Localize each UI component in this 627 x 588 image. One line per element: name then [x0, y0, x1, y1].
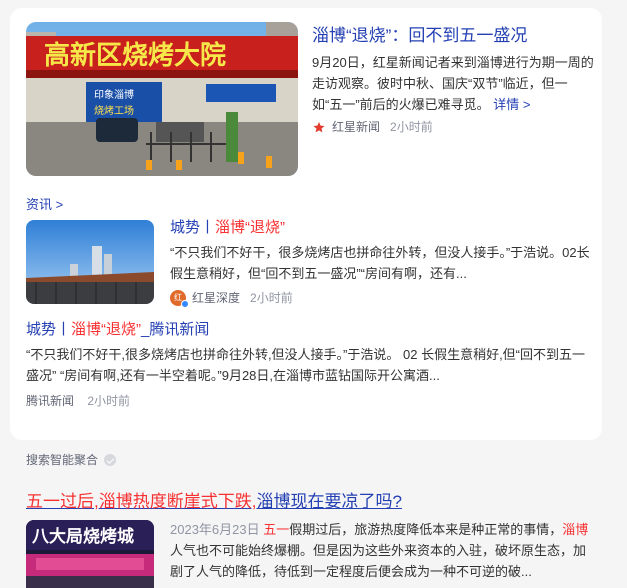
- banner-sign-text: 高新区烧烤大院: [44, 40, 226, 71]
- smart-aggregation-label[interactable]: 搜索智能聚合: [26, 451, 117, 468]
- title-highlight: 淄博“退烧”: [215, 219, 286, 236]
- result-image[interactable]: 八大局烧烤城: [26, 520, 154, 588]
- publish-time: 2小时前: [87, 394, 131, 408]
- publish-time: 2小时前: [250, 291, 293, 305]
- title-text: 城势丨: [26, 321, 72, 338]
- news-card: 高新区烧烤大院 印象淄博 烧烤工场 淄博“退烧”：回不到五一盛况 9月20日，红…: [10, 8, 602, 440]
- source-name: 红星深度: [192, 291, 241, 305]
- verified-badge-icon: [181, 299, 189, 308]
- result-title[interactable]: 五一过后,淄博热度断崖式下跌,淄博现在要凉了吗?: [26, 491, 402, 513]
- title-highlight: 五一过后,: [26, 492, 99, 511]
- article-image[interactable]: [26, 220, 154, 304]
- details-link[interactable]: 详情 >: [493, 97, 530, 112]
- article-summary: 9月20日，红星新闻记者来到淄博进行为期一周的走访观察。彼时中秋、国庆“双节”临…: [312, 52, 594, 115]
- title-text: _腾讯新闻: [141, 321, 210, 338]
- title-highlight: 淄博热度断崖式下跌,: [98, 492, 257, 511]
- svg-text:烧烤工场: 烧烤工场: [94, 104, 134, 117]
- summary-text: 9月20日，红星新闻记者来到淄博进行为期一周的走访观察。彼时中秋、国庆“双节”临…: [312, 55, 594, 112]
- title-highlight: 淄博“退烧”: [71, 321, 142, 338]
- red-star-logo-icon: [312, 121, 326, 133]
- article-image[interactable]: 高新区烧烤大院 印象淄博 烧烤工场: [26, 22, 298, 176]
- news-section-link[interactable]: 资讯 >: [26, 194, 63, 213]
- source-avatar: 红: [170, 289, 189, 308]
- article-summary: “不只我们不好干,很多烧烤店也拼命往外转,但没人接手。”于浩说。 02 长假生意…: [26, 347, 586, 383]
- article-summary: “不只我们不好干，很多烧烤店也拼命往外转，但没人接手。”于浩说。02长假生意稍好…: [170, 245, 590, 281]
- image-sign-text: 八大局烧烤城: [32, 526, 134, 547]
- publish-time: 2小时前: [390, 120, 433, 134]
- article-title[interactable]: 城势丨淄博“退烧”: [170, 218, 285, 238]
- title-highlight: 淄博: [312, 26, 346, 45]
- svg-text:印象淄博: 印象淄博: [94, 88, 134, 101]
- summary-highlight: 淄博: [562, 522, 589, 537]
- publish-date: 2023年6月23日: [170, 522, 260, 537]
- result-summary: 2023年6月23日 五一假期过后，旅游热度降低本来是种正常的事情，淄博人气也不…: [170, 519, 590, 582]
- article-source: 红星新闻 2小时前: [312, 118, 433, 135]
- summary-highlight: 五一: [263, 522, 290, 537]
- article-source: 红 红星深度 2小时前: [170, 289, 293, 308]
- summary-text: 人气也不可能始终爆棚。但是因为这些外来资本的入驻，破坏原生态，加剧了人气的降低，…: [170, 543, 587, 579]
- title-text: 淄博现在要凉了吗?: [256, 492, 402, 511]
- article-title[interactable]: 城势丨淄博“退烧”_腾讯新闻: [26, 320, 209, 340]
- title-text: 城势丨: [170, 219, 216, 236]
- aggregation-text: 搜索智能聚合: [26, 453, 99, 467]
- title-text: “退烧”：回不到五一盛况: [346, 26, 528, 45]
- article-title[interactable]: 淄博“退烧”：回不到五一盛况: [312, 25, 592, 47]
- source-name: 腾讯新闻: [26, 394, 75, 408]
- summary-text: 假期过后，旅游热度降低本来是种正常的事情，: [289, 522, 563, 537]
- source-name: 红星新闻: [332, 120, 381, 134]
- collapse-icon[interactable]: [104, 453, 117, 466]
- article-source: 腾讯新闻 2小时前: [26, 392, 130, 409]
